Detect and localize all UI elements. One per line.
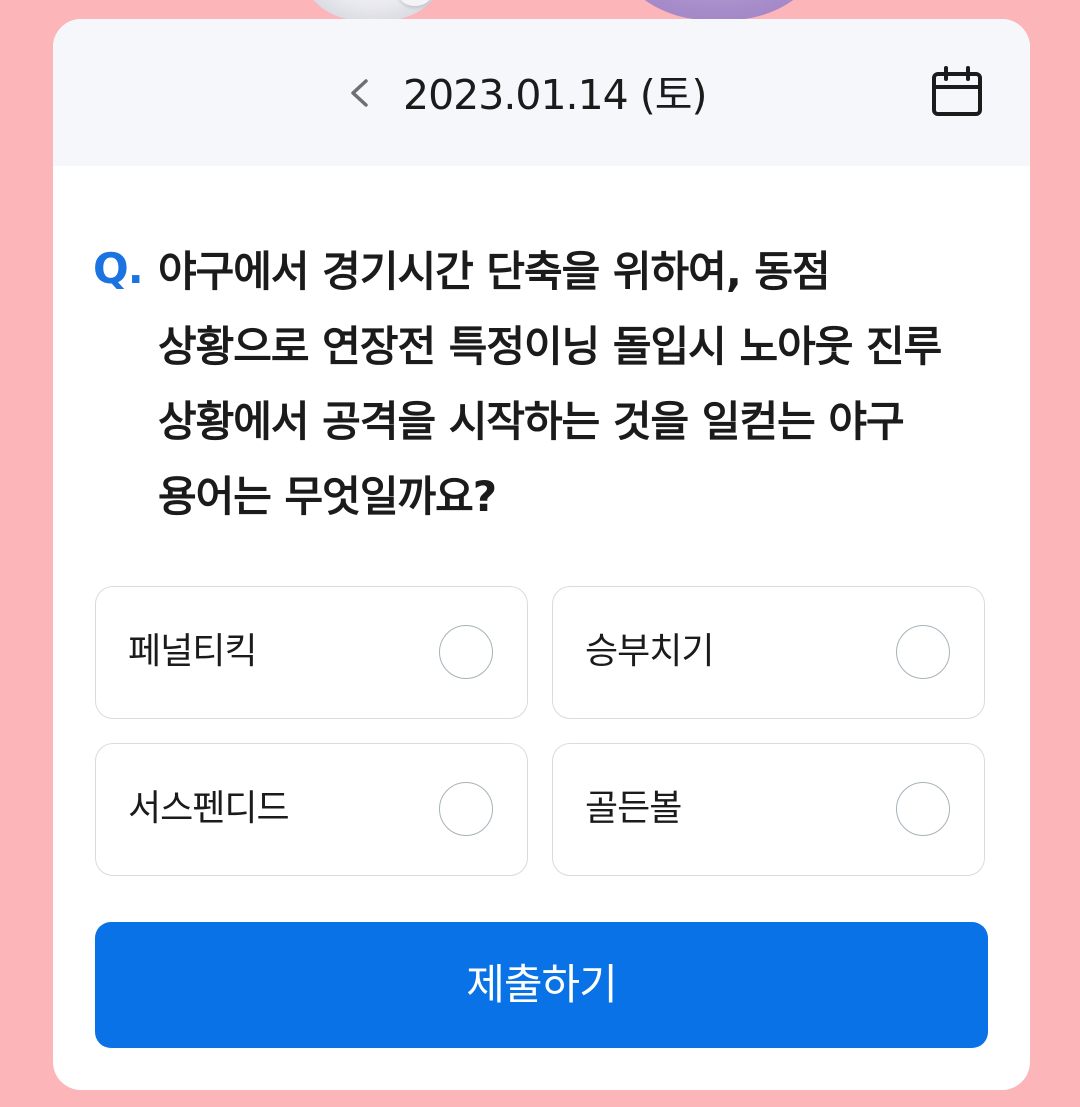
character-decoration-white <box>298 0 448 20</box>
submit-button[interactable]: 제출하기 <box>95 922 988 1048</box>
radio-button[interactable] <box>896 625 950 679</box>
option-1[interactable]: 페널티킥 <box>95 586 528 719</box>
calendar-icon <box>932 66 982 116</box>
option-label: 페널티킥 <box>128 631 257 672</box>
radio-button[interactable] <box>439 782 493 836</box>
option-3[interactable]: 서스펜디드 <box>95 743 528 876</box>
option-2[interactable]: 승부치기 <box>552 586 985 719</box>
radio-button[interactable] <box>439 625 493 679</box>
option-label: 골든볼 <box>585 788 682 829</box>
current-date: 2023.01.14 (토) <box>403 71 708 119</box>
radio-button[interactable] <box>896 782 950 836</box>
chevron-left-icon <box>351 79 368 107</box>
option-4[interactable]: 골든볼 <box>552 743 985 876</box>
option-label: 서스펜디드 <box>128 788 290 829</box>
character-decoration-purple <box>598 0 840 20</box>
question-prefix: Q. <box>93 244 144 293</box>
previous-date-button[interactable] <box>340 69 380 117</box>
calendar-button[interactable] <box>929 65 985 121</box>
quiz-card: 2023.01.14 (토) Q. 야구에서 경기시간 단축을 위하여, 동점 … <box>53 19 1030 1090</box>
question-text: 야구에서 경기시간 단축을 위하여, 동점 상황으로 연장전 특정이닝 돌입시 … <box>158 247 942 521</box>
date-header: 2023.01.14 (토) <box>53 19 1030 166</box>
option-label: 승부치기 <box>585 631 714 672</box>
